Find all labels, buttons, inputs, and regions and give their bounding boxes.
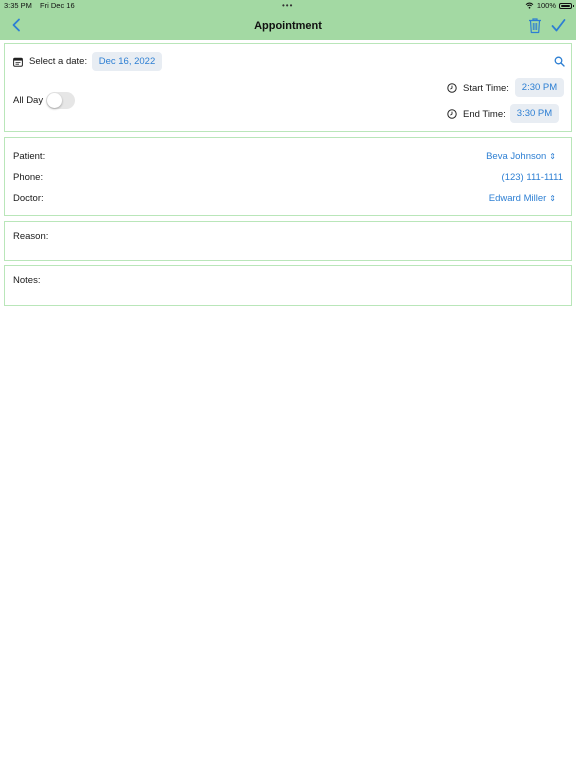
notes-label: Notes: xyxy=(13,275,41,286)
up-down-chevron-icon: ⇕ xyxy=(549,194,556,203)
battery-percent: 100% xyxy=(536,1,556,10)
reason-label: Reason: xyxy=(13,231,49,242)
date-label: Select a date: xyxy=(29,56,88,67)
all-day-label: All Day xyxy=(13,95,44,106)
end-time-label: End Time: xyxy=(463,109,506,120)
clock-icon xyxy=(447,83,457,93)
patient-value: Beva Johnson xyxy=(486,151,547,162)
navigation-bar: 3:35 PM Fri Dec 16 ••• 100% Appointment xyxy=(0,0,576,40)
date-picker-button[interactable]: Dec 16, 2022 xyxy=(92,52,162,71)
phone-label: Phone: xyxy=(13,172,44,183)
clock-icon xyxy=(447,109,457,119)
status-date: Fri Dec 16 xyxy=(40,1,75,10)
reason-field[interactable]: Reason: xyxy=(4,221,572,261)
battery-icon xyxy=(559,2,574,9)
multitasking-dots[interactable]: ••• xyxy=(282,1,293,10)
status-time: 3:35 PM xyxy=(4,1,32,10)
doctor-label: Doctor: xyxy=(13,193,44,204)
end-time-picker[interactable]: 3:30 PM xyxy=(510,104,559,123)
doctor-value: Edward Miller xyxy=(488,193,547,204)
patient-label: Patient: xyxy=(13,151,46,162)
status-bar-right: 100% xyxy=(525,1,574,10)
start-time-picker[interactable]: 2:30 PM xyxy=(515,78,564,97)
toggle-knob xyxy=(47,93,62,108)
page-title: Appointment xyxy=(254,20,322,32)
phone-value[interactable]: (123) 111-1111 xyxy=(502,172,563,183)
notes-field[interactable]: Notes: xyxy=(4,265,572,306)
wifi-icon xyxy=(525,2,534,9)
checkmark-save-icon[interactable] xyxy=(550,17,567,34)
trash-icon[interactable] xyxy=(527,17,543,34)
all-day-toggle[interactable] xyxy=(46,92,75,109)
details-card: Patient: Beva Johnson ⇕ Phone: (123) 111-… xyxy=(4,137,572,216)
patient-picker[interactable]: Beva Johnson ⇕ xyxy=(486,151,556,162)
doctor-picker[interactable]: Edward Miller ⇕ xyxy=(489,193,556,204)
calendar-icon xyxy=(13,57,23,67)
start-time-label: Start Time: xyxy=(463,83,509,94)
schedule-card: Select a date: Dec 16, 2022 All Day Star… xyxy=(4,43,572,132)
search-icon[interactable] xyxy=(554,56,565,67)
status-bar-left: 3:35 PM Fri Dec 16 xyxy=(4,1,75,10)
up-down-chevron-icon: ⇕ xyxy=(549,152,556,161)
